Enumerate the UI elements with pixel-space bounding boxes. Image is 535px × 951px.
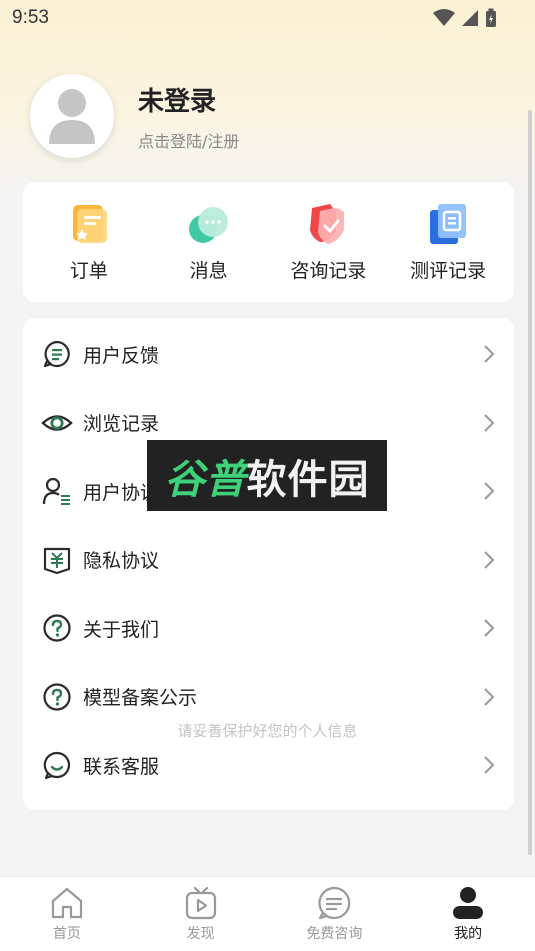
- orders-icon: [72, 204, 107, 243]
- customer-service-icon: [43, 752, 71, 780]
- chevron-right-icon: [484, 756, 495, 774]
- message-icon: [188, 206, 228, 243]
- login-register-link[interactable]: 点击登陆/注册: [138, 128, 239, 152]
- profile-icon: [453, 887, 484, 919]
- eye-icon: [41, 415, 73, 431]
- tab-label: 发现: [186, 926, 215, 942]
- user-agreement-icon: [42, 478, 70, 506]
- assessment-record-icon: [430, 203, 467, 244]
- privacy-icon: [43, 547, 71, 574]
- watermark-text-white: 软件园: [246, 456, 370, 503]
- menu-label: 隐私协议: [83, 550, 160, 573]
- watermark-logo: 谷普 软件园: [147, 440, 387, 511]
- signal-icon: [462, 10, 478, 26]
- privacy-tip: 请妥善保护好您的个人信息: [177, 722, 358, 740]
- tab-label: 免费咨询: [306, 926, 363, 942]
- question-icon: [43, 683, 71, 711]
- quick-action-label: 消息: [189, 259, 228, 282]
- quick-action-label: 测评记录: [410, 259, 487, 282]
- menu-item-feedback[interactable]: 用户反馈: [23, 320, 514, 389]
- tab-discover[interactable]: 发现: [146, 885, 256, 943]
- watermark-text-green: 谷普: [164, 456, 247, 503]
- menu-label: 浏览记录: [83, 413, 160, 436]
- tab-label: 首页: [52, 926, 81, 942]
- quick-action-label: 咨询记录: [290, 259, 367, 282]
- feedback-icon: [43, 341, 70, 368]
- tab-free-consult[interactable]: 免费咨询: [279, 885, 389, 943]
- chevron-right-icon: [484, 551, 495, 569]
- bottom-tab-bar: 首页 发现 免费咨询 我的: [0, 876, 535, 951]
- quick-action-messages[interactable]: 消息: [154, 202, 264, 283]
- chevron-right-icon: [484, 414, 495, 432]
- consult-record-icon: [310, 203, 345, 244]
- login-profile[interactable]: 未登录 点击登陆/注册: [30, 74, 239, 158]
- scrollbar[interactable]: [528, 110, 532, 855]
- tab-home[interactable]: 首页: [12, 885, 122, 943]
- menu-item-privacy[interactable]: 隐私协议: [23, 526, 514, 595]
- battery-icon: [486, 8, 496, 27]
- status-bar: 9:53: [0, 0, 535, 36]
- chevron-right-icon: [484, 482, 495, 500]
- menu-label: 用户反馈: [83, 344, 160, 367]
- menu-label: 联系客服: [83, 755, 160, 778]
- avatar[interactable]: [30, 74, 114, 158]
- chevron-right-icon: [484, 619, 495, 637]
- chat-icon: [318, 886, 351, 920]
- menu-item-about-us[interactable]: 关于我们: [23, 594, 514, 663]
- chevron-right-icon: [484, 688, 495, 706]
- status-time: 9:53: [12, 7, 49, 28]
- quick-action-consult-records[interactable]: 咨询记录: [273, 202, 383, 283]
- wifi-icon: [433, 9, 455, 26]
- discover-tv-icon: [185, 886, 216, 920]
- quick-action-label: 订单: [69, 259, 108, 282]
- quick-actions-card: 订单 消息 咨询记录 测评记录: [23, 182, 514, 302]
- menu-label: 模型备案公示: [83, 687, 198, 710]
- quick-action-orders[interactable]: 订单: [34, 202, 144, 283]
- tab-label: 我的: [454, 926, 483, 942]
- tab-mine[interactable]: 我的: [413, 885, 523, 943]
- home-icon: [51, 887, 82, 919]
- menu-item-customer-service[interactable]: 联系客服: [23, 731, 514, 800]
- quick-action-assessment-records[interactable]: 测评记录: [393, 202, 503, 283]
- menu-label: 关于我们: [83, 618, 160, 641]
- status-icons: [433, 8, 497, 28]
- login-status-title: 未登录: [138, 86, 217, 117]
- question-icon: [43, 614, 71, 642]
- default-avatar-icon: [49, 89, 95, 144]
- chevron-right-icon: [484, 345, 495, 363]
